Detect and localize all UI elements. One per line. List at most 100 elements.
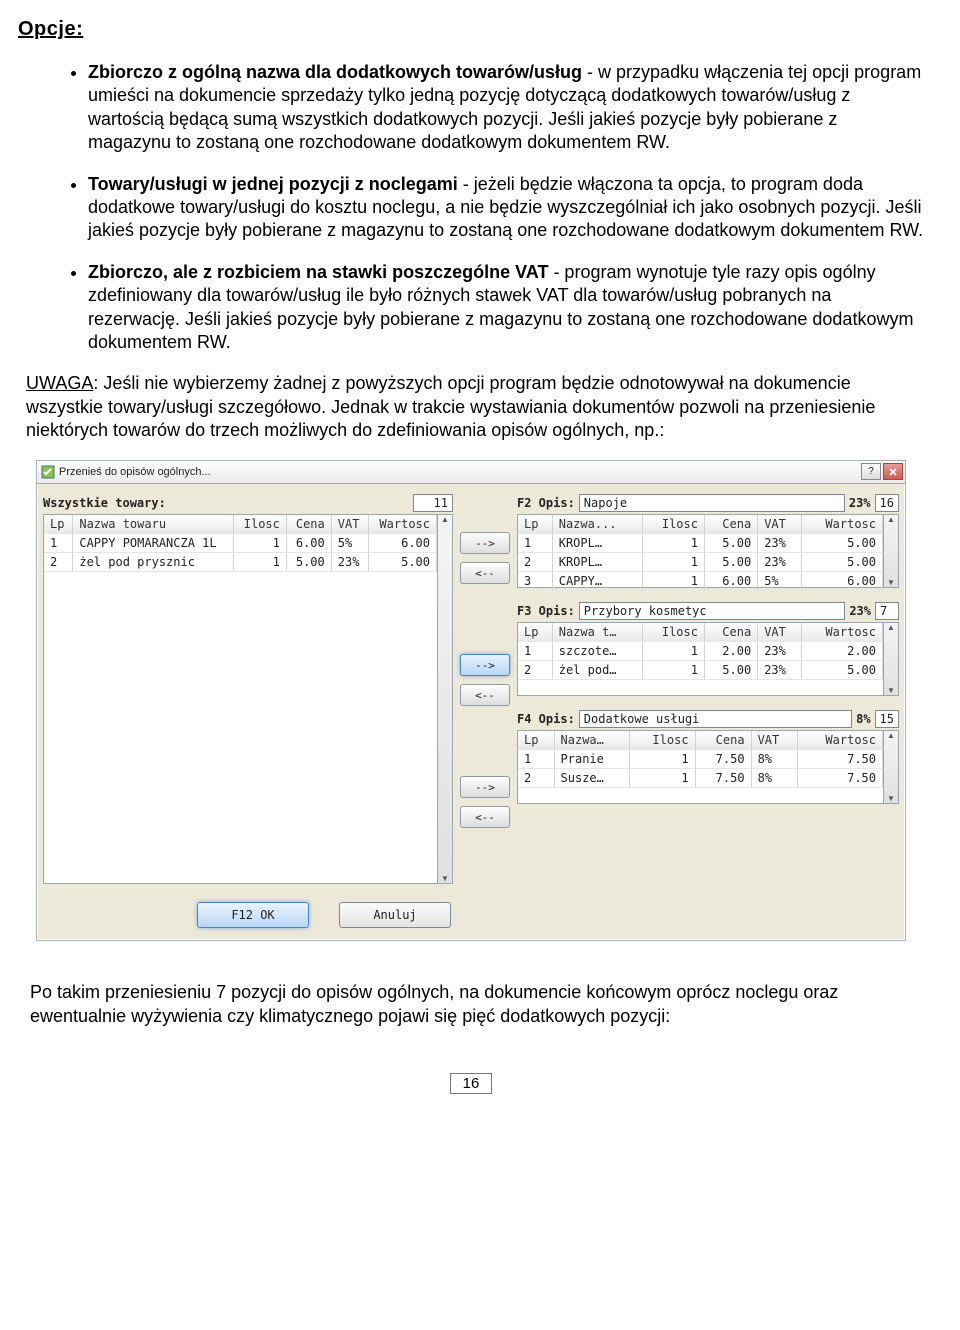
- table-row[interactable]: 2żel pod…15.0023%5.00: [518, 661, 883, 680]
- cell: 5.00: [802, 534, 883, 553]
- cell: 23%: [758, 553, 802, 572]
- cell: 1: [642, 642, 704, 661]
- bullet-item: Zbiorczo, ale z rozbiciem na stawki posz…: [88, 261, 924, 355]
- column-header[interactable]: Ilosc: [234, 515, 287, 534]
- cell: 8%: [751, 750, 797, 769]
- cell: 7.50: [695, 769, 751, 788]
- column-header[interactable]: VAT: [758, 515, 802, 534]
- group-label: F2 Opis:: [517, 496, 575, 510]
- cell: 23%: [331, 553, 368, 572]
- section-heading: Opcje:: [18, 18, 924, 41]
- table-row[interactable]: 1szczote…12.0023%2.00: [518, 642, 883, 661]
- column-header[interactable]: Ilosc: [629, 731, 695, 750]
- cell: 2.00: [704, 642, 757, 661]
- cell: 23%: [758, 661, 802, 680]
- dialog-window: Przenieś do opisów ogólnych... ? Wszystk…: [36, 460, 906, 941]
- move-left-button[interactable]: <--: [460, 806, 510, 828]
- window-title: Przenieś do opisów ogólnych...: [59, 466, 211, 478]
- table-row[interactable]: 2żel pod prysznic15.0023%5.00: [44, 553, 437, 572]
- column-header[interactable]: Wartosc: [802, 623, 883, 642]
- warning-lead: UWAGA: [26, 373, 93, 393]
- scrollbar[interactable]: ▲▼: [884, 730, 899, 804]
- ok-button[interactable]: F12 OK: [197, 902, 309, 928]
- group-panel: F4 Opis: Dodatkowe usługi 8% 15 LpNazwa…Ilos…: [517, 710, 899, 804]
- cell: żel pod…: [552, 661, 642, 680]
- cell: KROPL…: [552, 534, 642, 553]
- column-header[interactable]: VAT: [751, 731, 797, 750]
- help-button[interactable]: ?: [861, 463, 881, 480]
- cancel-button[interactable]: Anuluj: [339, 902, 451, 928]
- group-table[interactable]: LpNazwa...IloscCenaVATWartosc1KROPL…15.0…: [517, 514, 884, 588]
- scrollbar[interactable]: ▲▼: [438, 514, 453, 884]
- move-right-button[interactable]: -->: [460, 532, 510, 554]
- cell: 1: [642, 553, 704, 572]
- table-row[interactable]: 1CAPPY POMARANCZA 1L16.005%6.00: [44, 534, 437, 553]
- group-name-field[interactable]: Dodatkowe usługi: [579, 710, 852, 728]
- left-table[interactable]: LpNazwa towaruIloscCenaVATWartosc1CAPPY …: [43, 514, 438, 884]
- cell: 6.00: [704, 572, 757, 591]
- cell: 2: [518, 553, 552, 572]
- cell: 5.00: [368, 553, 436, 572]
- move-right-button[interactable]: -->: [460, 776, 510, 798]
- column-header[interactable]: Nazwa…: [554, 731, 629, 750]
- column-header[interactable]: VAT: [758, 623, 802, 642]
- cell: 5.00: [704, 553, 757, 572]
- cell: CAPPY POMARANCZA 1L: [73, 534, 234, 553]
- move-left-button[interactable]: <--: [460, 684, 510, 706]
- group-count-field[interactable]: 15: [875, 710, 899, 728]
- cell: żel pod prysznic: [73, 553, 234, 572]
- options-list: Zbiorczo z ogólną nazwa dla dodatkowych …: [18, 61, 924, 354]
- column-header[interactable]: Cena: [704, 623, 757, 642]
- group-table[interactable]: LpNazwa…IloscCenaVATWartosc1Pranie17.508…: [517, 730, 884, 804]
- column-header[interactable]: Nazwa towaru: [73, 515, 234, 534]
- table-row[interactable]: 1KROPL…15.0023%5.00: [518, 534, 883, 553]
- column-header[interactable]: Nazwa t…: [552, 623, 642, 642]
- column-header[interactable]: Lp: [44, 515, 73, 534]
- scrollbar[interactable]: ▲▼: [884, 622, 899, 696]
- warning-paragraph: UWAGA: Jeśli nie wybierzemy żadnej z pow…: [18, 372, 924, 442]
- table-row[interactable]: 2KROPL…15.0023%5.00: [518, 553, 883, 572]
- cell: 7.50: [797, 769, 882, 788]
- group-label: F3 Opis:: [517, 604, 575, 618]
- cell: CAPPY…: [552, 572, 642, 591]
- column-header[interactable]: Wartosc: [797, 731, 882, 750]
- scrollbar[interactable]: ▲▼: [884, 514, 899, 588]
- column-header[interactable]: Nazwa...: [552, 515, 642, 534]
- cell: 5.00: [704, 534, 757, 553]
- column-header[interactable]: Ilosc: [642, 623, 704, 642]
- column-header[interactable]: Cena: [704, 515, 757, 534]
- column-header[interactable]: Lp: [518, 515, 552, 534]
- cell: KROPL…: [552, 553, 642, 572]
- cell: 2: [44, 553, 73, 572]
- group-vat: 8%: [856, 712, 870, 726]
- group-label: F4 Opis:: [517, 712, 575, 726]
- group-table[interactable]: LpNazwa t…IloscCenaVATWartosc1szczote…12…: [517, 622, 884, 696]
- group-count-field[interactable]: 16: [875, 494, 899, 512]
- column-header[interactable]: Ilosc: [642, 515, 704, 534]
- cell: 6.00: [802, 572, 883, 591]
- move-left-button[interactable]: <--: [460, 562, 510, 584]
- column-header[interactable]: Cena: [695, 731, 751, 750]
- table-row[interactable]: 2Susze…17.508%7.50: [518, 769, 883, 788]
- column-header[interactable]: Lp: [518, 731, 554, 750]
- close-button[interactable]: [883, 463, 903, 480]
- column-header[interactable]: Wartosc: [802, 515, 883, 534]
- page-number: 16: [18, 1068, 924, 1098]
- move-right-button[interactable]: -->: [460, 654, 510, 676]
- group-name-field[interactable]: Napoje: [579, 494, 845, 512]
- cell: 5.00: [286, 553, 331, 572]
- table-row[interactable]: 1Pranie17.508%7.50: [518, 750, 883, 769]
- left-label: Wszystkie towary:: [43, 496, 409, 510]
- column-header[interactable]: VAT: [331, 515, 368, 534]
- column-header[interactable]: Cena: [286, 515, 331, 534]
- cell: 1: [629, 750, 695, 769]
- table-row[interactable]: 3CAPPY…16.005%6.00: [518, 572, 883, 591]
- cell: 1: [518, 642, 552, 661]
- bullet-lead: Zbiorczo, ale z rozbiciem na stawki posz…: [88, 262, 548, 282]
- column-header[interactable]: Wartosc: [368, 515, 436, 534]
- cell: 3: [518, 572, 552, 591]
- group-count-field[interactable]: 7: [875, 602, 899, 620]
- left-count-field[interactable]: 11: [413, 494, 453, 512]
- group-name-field[interactable]: Przybory kosmetyc: [579, 602, 846, 620]
- column-header[interactable]: Lp: [518, 623, 552, 642]
